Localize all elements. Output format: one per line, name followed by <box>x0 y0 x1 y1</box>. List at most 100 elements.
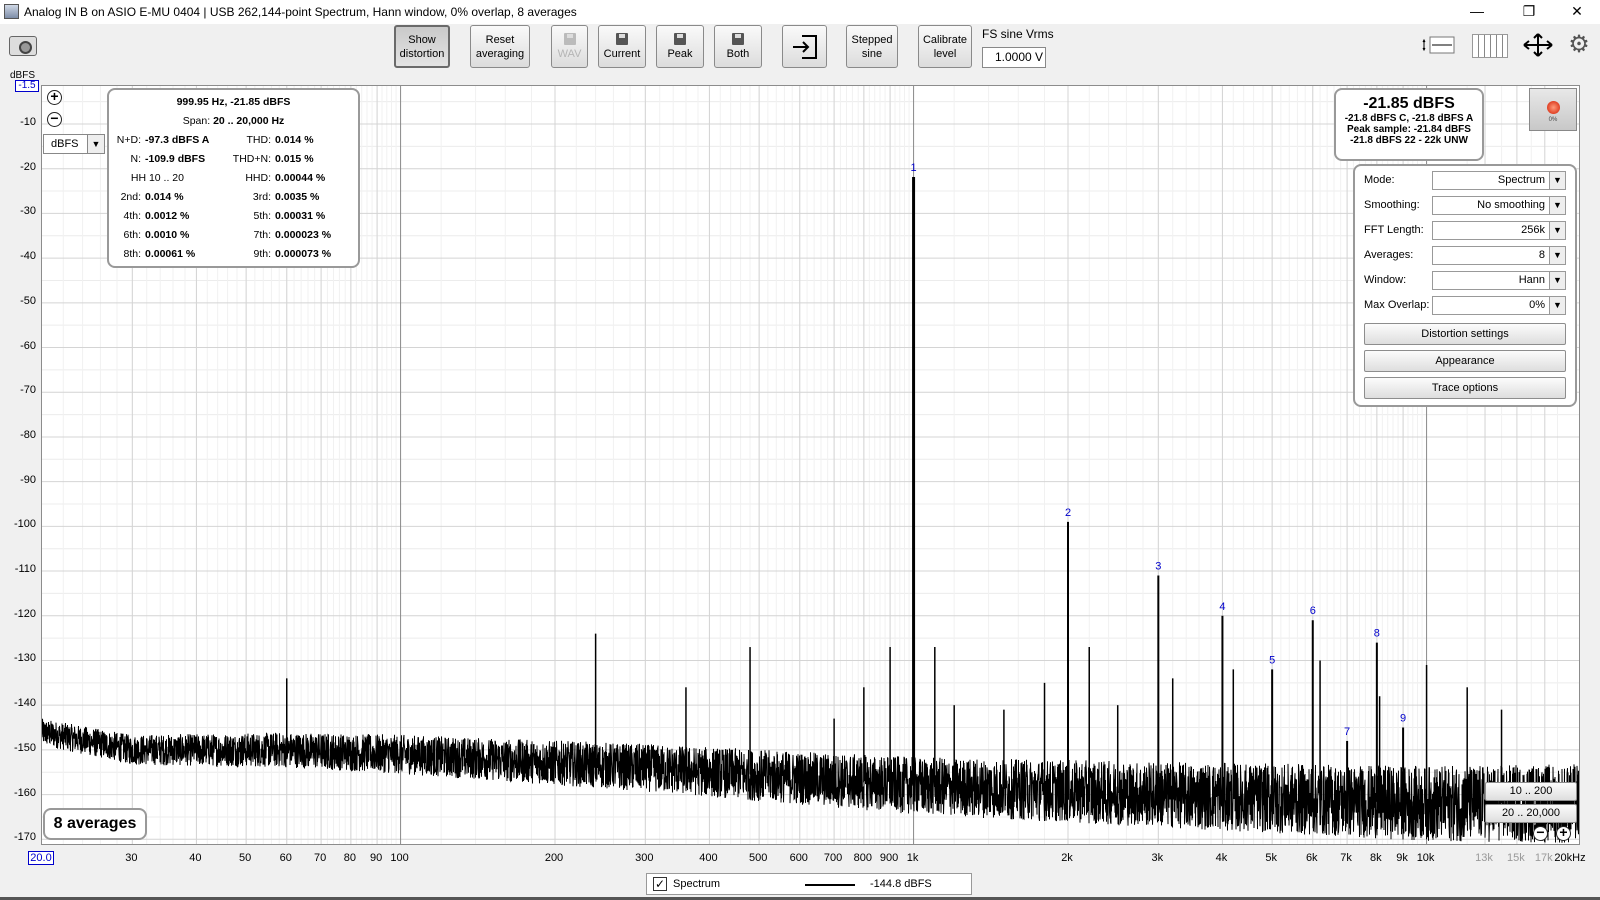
minimize-button[interactable]: — <box>1454 0 1500 24</box>
y-tick-label: -30 <box>20 205 36 218</box>
distortion-span: Span: 20 .. 20,000 Hz <box>109 115 358 127</box>
y-tick-label: -120 <box>13 607 36 620</box>
distortion-value: 0.0010 % <box>145 229 190 241</box>
x-axis-left-input[interactable]: 20.0 <box>28 851 54 865</box>
settings-panel: Mode: Spectrum ▼ Smoothing: No smoothing ▼ FFT… <box>1353 164 1577 407</box>
both-button[interactable]: Both <box>714 25 762 68</box>
x-tick-label: 1k <box>906 852 919 864</box>
distortion-settings-button[interactable]: Distortion settings <box>1364 323 1566 345</box>
chevron-down-icon: ▼ <box>1549 197 1565 214</box>
distortion-label: THD: <box>246 134 272 146</box>
y-tick-label: -80 <box>20 428 36 441</box>
appearance-button[interactable]: Appearance <box>1364 350 1566 372</box>
y-tick-label: -130 <box>13 652 36 665</box>
distortion-value: -109.9 dBFS <box>145 153 206 165</box>
x-tick-label: 40 <box>189 852 202 864</box>
x-tick-label: 17k <box>1534 852 1553 864</box>
harmonic-label: 8 <box>1374 628 1380 640</box>
zoom-out-icon[interactable]: − <box>47 111 62 127</box>
x-tick-label: 4k <box>1215 852 1228 864</box>
calibrate-level-label-1: Calibrate <box>922 33 968 46</box>
y-tick-label: -70 <box>20 384 36 397</box>
x-tick-label: 700 <box>823 852 843 864</box>
level-peak-sample: Peak sample: -21.84 dBFS <box>1347 124 1471 135</box>
x-tick-label: 400 <box>699 852 718 864</box>
spectrum-checkbox[interactable]: ✓ <box>653 877 667 891</box>
wav-label: WAV <box>557 47 582 60</box>
window-title: Analog IN B on ASIO E-MU 0404 | USB 262,… <box>24 5 577 19</box>
unit-select[interactable]: dBFS ▼ <box>43 134 105 154</box>
y-tick-label: -40 <box>20 250 36 263</box>
camera-icon[interactable] <box>9 36 37 56</box>
wav-button[interactable]: WAV <box>551 25 588 68</box>
x-tick-label: 9k <box>1396 852 1408 864</box>
y-tick-label: -150 <box>13 741 36 754</box>
settings-select-value: Hann <box>1518 274 1545 286</box>
arrows-icon[interactable] <box>1520 32 1556 58</box>
fs-sine-input[interactable]: 1.0000 V <box>982 47 1046 68</box>
chevron-down-icon: ▼ <box>1549 222 1565 239</box>
x-tick-label: 6k <box>1305 852 1318 864</box>
zoom-in-icon[interactable]: + <box>47 89 62 105</box>
settings-select[interactable]: 0% ▼ <box>1432 296 1566 315</box>
x-tick-label: 80 <box>343 852 356 864</box>
x-tick-label: 70 <box>313 852 327 864</box>
distortion-label: HHD: <box>245 172 271 184</box>
distortion-value: 0.014 % <box>145 191 184 203</box>
distortion-label: 7th: <box>253 229 271 241</box>
x-tick-label: 7k <box>1340 852 1352 864</box>
gear-icon[interactable]: ⚙ <box>1566 33 1592 59</box>
level-unweighted: -21.8 dBFS 22 - 22k UNW <box>1350 135 1468 146</box>
range-20-20000-button[interactable]: 20 .. 20,000 <box>1485 804 1577 823</box>
y-tick-label: -100 <box>13 518 36 531</box>
harmonic-label: 4 <box>1219 601 1225 613</box>
x-tick-label: 20kHz <box>1554 852 1586 864</box>
current-label: Current <box>603 47 641 60</box>
y-tick-label: -110 <box>14 563 36 576</box>
x-tick-label: 300 <box>635 852 654 864</box>
record-percent: 0% <box>1548 117 1558 123</box>
record-button[interactable]: 0% <box>1529 88 1577 131</box>
calibrate-level-button[interactable]: Calibrate level <box>918 25 972 68</box>
trace-options-button[interactable]: Trace options <box>1364 377 1566 399</box>
range-10-200-button[interactable]: 10 .. 200 <box>1485 782 1577 801</box>
close-button[interactable]: ✕ <box>1554 0 1600 24</box>
y-tick-label: -10 <box>20 116 36 128</box>
distortion-label: N+D: <box>116 134 141 146</box>
zoom-in-icon[interactable]: + <box>1556 825 1571 841</box>
settings-label: Smoothing: <box>1364 199 1420 211</box>
settings-label: FFT Length: <box>1364 224 1424 236</box>
chevron-down-icon: ▼ <box>1549 297 1565 314</box>
x-tick-label: 600 <box>789 852 808 864</box>
settings-select-value: 0% <box>1529 299 1545 311</box>
show-distortion-label-1: Show <box>408 33 436 46</box>
layout-icon[interactable] <box>1422 32 1458 58</box>
bars-icon[interactable] <box>1472 34 1508 58</box>
y-tick-label: -140 <box>13 697 36 710</box>
settings-select[interactable]: No smoothing ▼ <box>1432 196 1566 215</box>
zoom-out-icon[interactable]: − <box>1533 825 1548 841</box>
show-distortion-label-2: distortion <box>399 47 445 60</box>
distortion-label: HH 10 .. 20 <box>130 172 184 184</box>
settings-select[interactable]: Hann ▼ <box>1432 271 1566 290</box>
current-button[interactable]: Current <box>598 25 646 68</box>
settings-select[interactable]: 8 ▼ <box>1432 246 1566 265</box>
save-disk-icon <box>563 32 576 45</box>
settings-select[interactable]: 256k ▼ <box>1432 221 1566 240</box>
import-button[interactable] <box>782 25 827 68</box>
x-tick-label: 60 <box>279 852 292 864</box>
y-tick-label: -160 <box>13 786 36 799</box>
settings-select[interactable]: Spectrum ▼ <box>1432 171 1566 190</box>
restore-button[interactable]: ❐ <box>1506 0 1552 24</box>
both-label: Both <box>726 47 750 60</box>
stepped-sine-button[interactable]: Stepped sine <box>846 25 898 68</box>
chevron-down-icon: ▼ <box>1549 272 1565 289</box>
y-axis-top-input[interactable]: -1.5 <box>15 80 39 92</box>
reset-averaging-button[interactable]: Reset averaging <box>470 25 530 68</box>
show-distortion-button[interactable]: Show distortion <box>394 25 450 68</box>
save-disk-icon <box>732 32 744 45</box>
peak-button[interactable]: Peak <box>656 25 704 68</box>
distortion-value: 0.00061 % <box>145 248 196 260</box>
distortion-label: 4th: <box>123 210 141 222</box>
settings-label: Averages: <box>1364 249 1414 261</box>
